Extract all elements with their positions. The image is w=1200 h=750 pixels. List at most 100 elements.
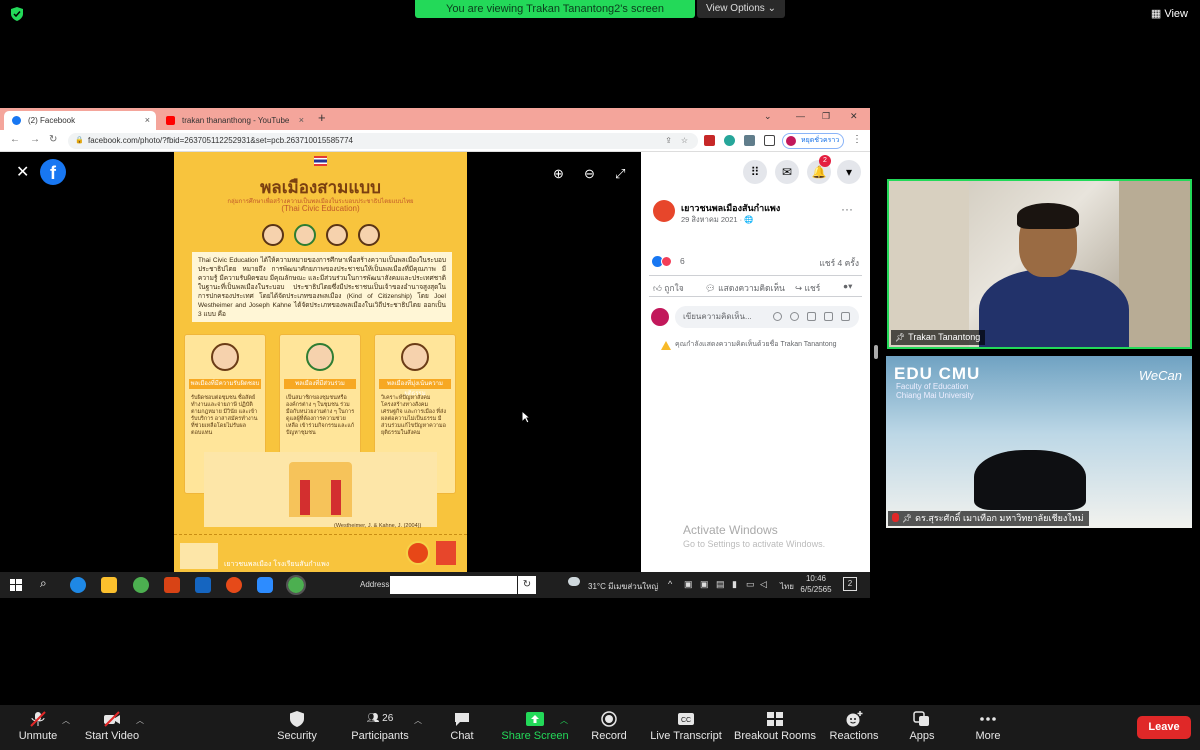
view-button[interactable]: ▦ View [1151, 7, 1188, 20]
restore-icon[interactable]: ❐ [822, 111, 830, 122]
side-panel-icon[interactable] [764, 135, 775, 146]
record-button[interactable]: Record [588, 705, 630, 750]
address-toolbar-input[interactable] [390, 576, 517, 594]
browser-tab-facebook[interactable]: (2) Facebook × [4, 111, 156, 130]
encryption-shield-icon[interactable] [10, 7, 24, 21]
network-icon[interactable]: ▭ [746, 579, 755, 590]
zoom-app-icon[interactable] [257, 577, 273, 593]
breakout-rooms-button[interactable]: Breakout Rooms [734, 705, 816, 750]
close-tab-icon[interactable]: × [145, 111, 150, 130]
close-tab-icon[interactable]: × [299, 111, 304, 130]
unmute-button[interactable]: Unmute [14, 705, 62, 750]
sticker-icon[interactable] [841, 312, 850, 321]
more-button[interactable]: More [970, 705, 1006, 750]
file-explorer-icon[interactable] [101, 577, 117, 593]
chrome-active-icon[interactable] [286, 575, 306, 595]
tray-chevron-icon[interactable]: ^ [668, 579, 672, 589]
forward-arrow-icon[interactable]: → [30, 134, 40, 145]
notification-badge: 2 [819, 155, 831, 167]
page-name-link[interactable]: เยาวชนพลเมืองสันกำแพง [681, 201, 780, 215]
reload-icon[interactable]: ↻ [49, 134, 57, 145]
powerpoint-icon[interactable] [226, 577, 242, 593]
minimize-icon[interactable]: — [796, 111, 805, 121]
tray-app-icon[interactable]: ▣ [684, 579, 693, 590]
apps-button[interactable]: Apps [904, 705, 940, 750]
share-page-icon[interactable]: ⇪ [665, 133, 672, 149]
chrome-icon[interactable] [133, 577, 149, 593]
leave-meeting-button[interactable]: Leave [1137, 716, 1191, 739]
warning-icon [661, 341, 671, 350]
extension-2-icon[interactable] [724, 135, 735, 146]
thai-flag-icon [314, 156, 327, 166]
viewing-screen-banner: You are viewing Trakan Tanantong2's scre… [415, 0, 695, 18]
facebook-logo-icon[interactable]: f [40, 159, 66, 185]
notification-center-icon[interactable]: 2 [843, 577, 857, 591]
share-screen-button[interactable]: Share Screen [500, 705, 570, 750]
camera-icon[interactable] [807, 312, 816, 321]
video-options-caret-icon[interactable]: ︿ [136, 715, 144, 726]
menu-grid-icon[interactable]: ⠿ [743, 160, 767, 184]
back-arrow-icon[interactable]: ← [10, 134, 20, 145]
browser-tab-youtube[interactable]: trakan thananthong - YouTube × [158, 111, 310, 130]
chat-button[interactable]: Chat [444, 705, 480, 750]
security-button[interactable]: Security [272, 705, 322, 750]
messenger-icon[interactable]: ✉ [775, 160, 799, 184]
comment-label: แสดงความคิดเห็น [718, 283, 785, 293]
office-icon[interactable] [164, 577, 180, 593]
start-video-button[interactable]: Start Video [80, 705, 144, 750]
bookmark-star-icon[interactable]: ☆ [681, 133, 688, 149]
muted-mic-icon [892, 513, 899, 522]
share-count[interactable]: แชร์ 4 ครั้ง [819, 256, 859, 270]
tab-label: (2) Facebook [28, 116, 76, 125]
extensions-puzzle-icon[interactable] [744, 135, 755, 146]
address-go-icon[interactable]: ↻ [518, 576, 536, 594]
comment-button[interactable]: 💬︎ แสดงความคิดเห็น [705, 281, 785, 295]
weather-text[interactable]: 31°C มีเมฆส่วนใหญ่ [588, 580, 658, 593]
clock-time[interactable]: 10:46 [798, 574, 834, 583]
participant-video-tile[interactable]: 📌︎ Trakan Tanantong [887, 179, 1192, 349]
tab-search-chevron-icon[interactable]: ⌄ [764, 111, 772, 122]
view-options-button[interactable]: View Options ⌄ [697, 0, 785, 18]
url-bar[interactable]: 🔒 facebook.com/photo/?fbid=2637051122529… [68, 133, 698, 149]
zoom-out-icon[interactable]: ⊖ [584, 166, 595, 182]
close-photo-icon[interactable]: ✕ [16, 162, 29, 182]
tray-app-icon[interactable]: ▤ [716, 579, 725, 590]
profile-chip[interactable]: หยุดชั่วคราว [782, 133, 844, 149]
avatar-sticker-icon[interactable] [773, 312, 782, 321]
like-button[interactable]: 👍︎ ถูกใจ [653, 281, 684, 295]
edge-icon[interactable] [70, 577, 86, 593]
clock-date[interactable]: 6/5/2565 [798, 585, 834, 594]
input-language[interactable]: ไทย [780, 580, 794, 593]
microphone-tray-icon[interactable]: ▮ [732, 579, 737, 590]
participants-button[interactable]: 👥︎ 26 Participants [348, 705, 412, 750]
browser-menu-icon[interactable]: ⋮ [852, 134, 862, 145]
search-icon[interactable]: ⌕ [40, 576, 47, 591]
tray-app-icon[interactable]: ▣ [700, 579, 709, 590]
emoji-icon[interactable] [790, 312, 799, 321]
word-icon[interactable] [195, 577, 211, 593]
reaction-count[interactable]: 6 [680, 256, 685, 266]
reaction-profile-selector[interactable]: ●▾ [843, 281, 852, 292]
participants-caret-icon[interactable]: ︿ [414, 715, 422, 726]
post-date[interactable]: 29 สิงหาคม 2021 · 🌐 [681, 214, 754, 226]
window-close-icon[interactable]: ✕ [850, 111, 858, 122]
gif-icon[interactable] [824, 312, 833, 321]
page-avatar[interactable] [653, 200, 675, 222]
volume-icon[interactable]: ◁ [760, 579, 767, 590]
windows-start-icon[interactable] [10, 579, 22, 591]
post-options-icon[interactable]: ··· [841, 202, 853, 216]
share-options-caret-icon[interactable]: ︿ [560, 715, 568, 726]
reactions-button[interactable]: Reactions [828, 705, 880, 750]
live-transcript-button[interactable]: CC Live Transcript [648, 705, 724, 750]
participant-video-feed [974, 450, 1086, 510]
share-button[interactable]: ↪ แชร์ [795, 281, 820, 295]
split-view-handle[interactable] [874, 345, 878, 359]
audio-options-caret-icon[interactable]: ︿ [62, 715, 70, 726]
poster-footer: เยาวชนพลเมือง โรงเรียนสันกำแพง [174, 534, 467, 572]
participant-video-tile[interactable]: EDU CMU Faculty of Education Chiang Mai … [886, 356, 1192, 528]
new-tab-button[interactable]: + [318, 110, 326, 125]
zoom-in-icon[interactable]: ⊕ [553, 166, 564, 182]
extension-1-icon[interactable] [704, 135, 715, 146]
account-dropdown-icon[interactable]: ▾ [837, 160, 861, 184]
fullscreen-icon[interactable]: ⤢ [615, 166, 625, 182]
